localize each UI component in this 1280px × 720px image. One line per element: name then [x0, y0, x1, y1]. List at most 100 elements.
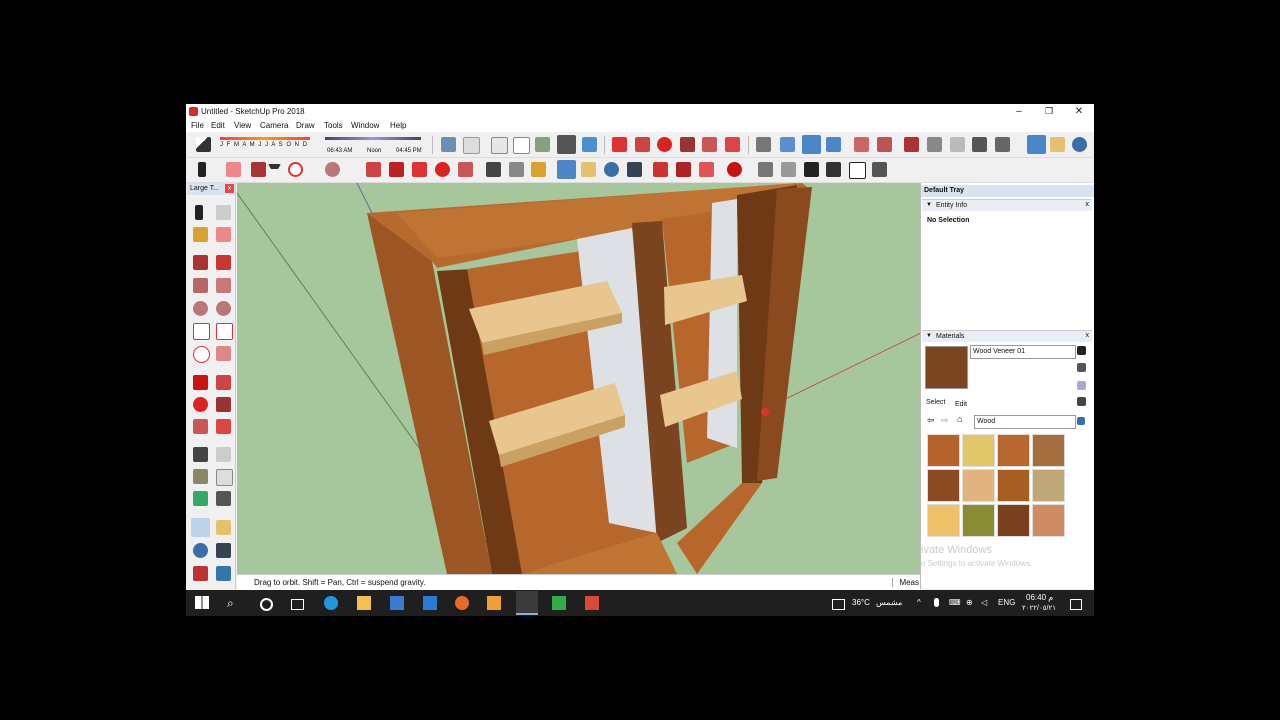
zoom-icon[interactable]	[193, 543, 208, 558]
month-slider[interactable]	[220, 137, 310, 140]
arc-icon[interactable]	[193, 323, 210, 340]
create-material-icon[interactable]	[1077, 363, 1086, 372]
weather-icon[interactable]	[832, 599, 845, 610]
material-swatch[interactable]	[962, 434, 995, 467]
edge-icon[interactable]	[324, 596, 338, 610]
zoom-window-icon[interactable]	[216, 543, 231, 558]
entity-info-section[interactable]: ▼ Entity Info x	[922, 199, 1092, 211]
shaded-icon[interactable]	[535, 137, 550, 152]
orbit-icon[interactable]	[191, 518, 210, 537]
material-swatch[interactable]	[962, 504, 995, 537]
rotate-icon[interactable]	[193, 397, 208, 412]
push-pull-icon[interactable]	[635, 137, 650, 152]
pan-icon[interactable]	[581, 162, 596, 177]
close-icon[interactable]: x	[1086, 201, 1090, 208]
rotate-icon[interactable]	[657, 137, 672, 152]
paint-bucket-icon[interactable]	[193, 227, 208, 242]
zoom-icon[interactable]	[1072, 137, 1087, 152]
circle-icon[interactable]	[193, 301, 208, 316]
scale-icon[interactable]	[702, 137, 717, 152]
standard-view-icon[interactable]	[758, 162, 773, 177]
top-view-icon[interactable]	[802, 135, 821, 154]
menu-edit[interactable]: Edit	[211, 121, 225, 130]
follow-me-icon[interactable]	[680, 137, 695, 152]
close-button[interactable]: ✕	[1064, 104, 1094, 119]
zoom-extents-icon[interactable]	[627, 162, 642, 177]
time-slider[interactable]	[325, 137, 421, 140]
start-icon[interactable]	[195, 596, 209, 609]
menu-tools[interactable]: Tools	[324, 121, 343, 130]
panel-close-button[interactable]: x	[225, 184, 234, 193]
xray-icon[interactable]	[441, 137, 456, 152]
menu-file[interactable]: File	[191, 121, 204, 130]
select-tab[interactable]: Select	[926, 399, 945, 406]
dimension-icon[interactable]	[216, 447, 231, 462]
collapse-triangle-icon[interactable]: ▼	[926, 333, 932, 339]
menu-help[interactable]: Help	[390, 121, 406, 130]
line-icon[interactable]	[251, 162, 266, 177]
materials-section[interactable]: ▼ Materials x	[922, 330, 1092, 342]
eraser-icon[interactable]	[226, 162, 241, 177]
drawing-viewport[interactable]	[237, 183, 921, 574]
collapse-triangle-icon[interactable]: ▼	[926, 202, 932, 208]
wireframe-icon[interactable]	[491, 137, 508, 154]
store-icon[interactable]	[390, 596, 404, 610]
clock-time[interactable]: 06:40 م	[1026, 593, 1053, 602]
keyboard-icon[interactable]: ⌨	[949, 598, 961, 607]
push-pull-icon[interactable]	[216, 375, 231, 390]
forward-arrow-icon[interactable]: ⇨	[941, 415, 951, 425]
offset-icon[interactable]	[216, 419, 231, 434]
scale-icon[interactable]	[193, 419, 208, 434]
text-icon[interactable]	[509, 162, 524, 177]
text-icon[interactable]	[216, 469, 233, 486]
mail-icon[interactable]	[423, 596, 437, 610]
arc-icon[interactable]	[288, 162, 303, 177]
temperature[interactable]: 36°C	[852, 598, 870, 607]
material-swatch[interactable]	[997, 504, 1030, 537]
two-point-arc-icon[interactable]	[216, 323, 233, 340]
components-icon[interactable]	[699, 162, 714, 177]
sketchup-taskbar-button[interactable]	[516, 591, 538, 615]
default-material-icon[interactable]	[1077, 381, 1086, 390]
cortana-icon[interactable]	[260, 598, 273, 611]
camtasia-icon[interactable]	[552, 596, 566, 610]
file-explorer-icon[interactable]	[357, 596, 371, 610]
firefox-icon[interactable]	[455, 596, 469, 610]
restore-button[interactable]: ❐	[1034, 104, 1064, 119]
pie-icon[interactable]	[216, 346, 231, 361]
close-icon[interactable]: x	[1086, 332, 1090, 339]
bottom-view-icon[interactable]	[872, 162, 887, 177]
extension-warehouse-icon[interactable]	[727, 162, 742, 177]
share-model-icon[interactable]	[676, 162, 691, 177]
tape-measure-icon[interactable]	[486, 162, 501, 177]
pan-icon[interactable]	[1050, 137, 1065, 152]
microphone-icon[interactable]	[934, 598, 939, 607]
polygon-icon[interactable]	[216, 301, 231, 316]
menu-window[interactable]: Window	[351, 121, 379, 130]
monochrome-icon[interactable]	[582, 137, 597, 152]
material-swatch[interactable]	[1032, 504, 1065, 537]
weather-label[interactable]: مشمس	[876, 598, 902, 607]
move-icon[interactable]	[612, 137, 627, 152]
push-pull-icon[interactable]	[366, 162, 381, 177]
follow-me-icon[interactable]	[216, 397, 231, 412]
stamp-icon[interactable]	[950, 137, 965, 152]
language-indicator[interactable]: ENG	[998, 598, 1015, 607]
orbit-axes-icon[interactable]	[756, 137, 771, 152]
rectangle-icon[interactable]	[193, 278, 208, 293]
section-display-icon[interactable]	[877, 137, 892, 152]
back-view-icon[interactable]	[849, 162, 866, 179]
orbit-icon[interactable]	[557, 160, 576, 179]
network-icon[interactable]: ⊕	[966, 598, 973, 607]
protractor-icon[interactable]	[193, 469, 208, 484]
line-icon[interactable]	[193, 255, 208, 270]
clock-date[interactable]: ٢٠٢٢/٠٥/٢١	[1022, 604, 1056, 612]
home-icon[interactable]: ⌂	[957, 414, 967, 424]
tape-measure-icon[interactable]	[193, 447, 208, 462]
volume-icon[interactable]: ◁	[981, 598, 987, 607]
details-arrow-icon[interactable]	[1077, 417, 1085, 425]
current-material-swatch[interactable]	[925, 346, 968, 389]
rotate-icon[interactable]	[412, 162, 427, 177]
section-plane-icon[interactable]	[854, 137, 869, 152]
recorder-icon[interactable]	[585, 596, 599, 610]
